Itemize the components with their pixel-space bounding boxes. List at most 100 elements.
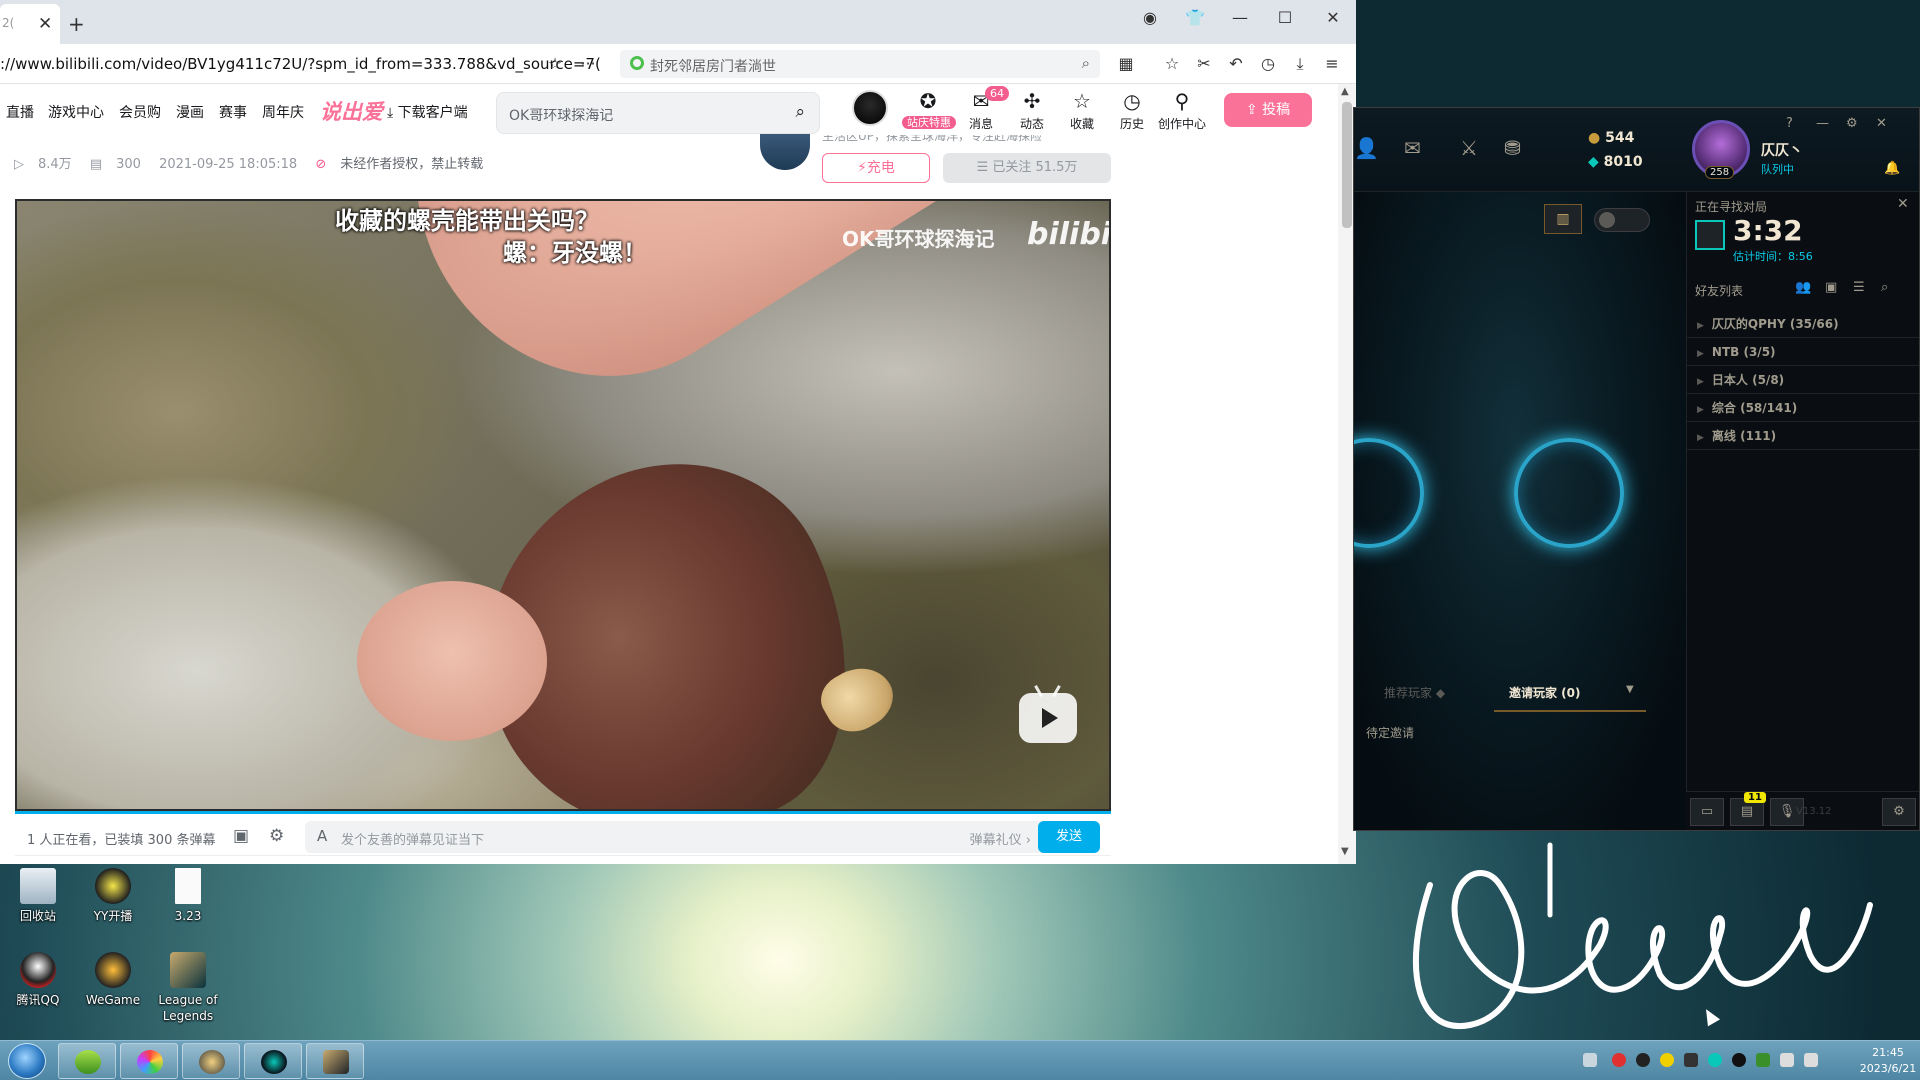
scissors-icon[interactable]: ✂ [1190, 50, 1218, 78]
taskbar-app-browser[interactable] [58, 1043, 116, 1079]
follow-button[interactable]: ☰ 已关注 51.5万 [943, 153, 1111, 183]
wegame-tray-icon[interactable] [1684, 1053, 1698, 1067]
settings-icon[interactable]: ⚙ [1846, 116, 1858, 131]
desktop-yy[interactable]: YY开播 [77, 868, 149, 924]
desktop-qq[interactable]: 腾讯QQ [2, 952, 74, 1008]
header-creator[interactable]: ⚲ 创作中心 [1156, 90, 1208, 132]
nav-match[interactable]: 赛事 [219, 102, 247, 122]
start-button[interactable] [8, 1043, 46, 1079]
maximize-icon[interactable]: ☐ [1270, 4, 1300, 32]
tray-app-icon[interactable] [1636, 1053, 1650, 1067]
minimize-icon[interactable]: — [1816, 116, 1829, 131]
add-folder-icon[interactable]: ▣ [1825, 280, 1837, 295]
help-icon[interactable]: ? [1786, 116, 1793, 131]
desktop-lol[interactable]: League of Legends [152, 952, 224, 1024]
menu-icon[interactable]: ≡ [1318, 50, 1346, 78]
undo-icon[interactable]: ↶ [1222, 50, 1250, 78]
minimize-icon[interactable]: — [1225, 4, 1255, 32]
promo-link[interactable]: 说出爱 [320, 96, 383, 126]
party-toggle[interactable] [1594, 208, 1650, 232]
new-tab-button[interactable]: + [68, 12, 85, 36]
skin-icon[interactable]: 👕 [1180, 4, 1210, 32]
taskbar-app-wegame[interactable] [182, 1043, 240, 1079]
chat-icon[interactable]: ▭ [1690, 798, 1724, 826]
cancel-queue-icon[interactable]: ✕ [1897, 196, 1909, 212]
stats-icon[interactable]: ▥ [1544, 204, 1582, 234]
scroll-thumb[interactable] [1342, 102, 1352, 228]
favorites-icon[interactable]: ☆ [1158, 50, 1186, 78]
system-clock[interactable]: 21:45 2023/6/21 [1858, 1045, 1918, 1077]
friend-group[interactable]: ▶ 仄仄的QPHY (35/66) [1687, 310, 1919, 338]
search-icon[interactable]: ⌕ [1881, 280, 1888, 295]
header-gift[interactable]: ✪ 站庆特惠 [902, 90, 956, 130]
friend-group[interactable]: ▶ 离线 (111) [1687, 422, 1919, 450]
antivirus-icon[interactable] [1612, 1053, 1626, 1067]
taskbar-app-lol[interactable] [306, 1043, 364, 1079]
upload-button[interactable]: ⇪ 投稿 [1224, 93, 1312, 127]
friend-group[interactable]: ▶ 日本人 (5/8) [1687, 366, 1919, 394]
qq-tray-icon[interactable] [1732, 1053, 1746, 1067]
volume-icon[interactable] [1780, 1053, 1794, 1067]
header-favorites[interactable]: ☆ 收藏 [1056, 90, 1108, 132]
close-icon[interactable]: ✕ [1876, 116, 1887, 131]
user-avatar[interactable] [852, 90, 888, 126]
desktop-file-323[interactable]: 3.23 [152, 868, 224, 924]
danmaku-input[interactable]: A 发个友善的弹幕见证当下 弹幕礼仪 › [305, 821, 1043, 853]
chevron-down-icon[interactable]: ▼ [1626, 684, 1634, 695]
add-friend-icon[interactable]: 👥 [1795, 280, 1811, 295]
desktop-wegame[interactable]: WeGame [77, 952, 149, 1008]
loot-icon[interactable]: ✉ [1404, 136, 1421, 160]
search-icon[interactable]: ⌕ [1082, 54, 1090, 72]
scroll-down-icon[interactable]: ▼ [1341, 846, 1349, 857]
taskbar-app-riot[interactable] [244, 1043, 302, 1079]
danmaku-settings-icon[interactable]: ⚙ [269, 826, 284, 846]
social-settings-icon[interactable]: ⚙ [1882, 798, 1916, 826]
history-clock-icon[interactable]: ◷ [1254, 50, 1282, 78]
header-dynamic[interactable]: ✣ 动态 [1006, 90, 1058, 132]
friend-group[interactable]: ▶ NTB (3/5) [1687, 338, 1919, 366]
network-icon[interactable] [1804, 1053, 1818, 1067]
nav-manga[interactable]: 漫画 [176, 102, 204, 122]
header-message[interactable]: ✉ 消息 64 [955, 86, 1009, 132]
header-history[interactable]: ◷ 历史 [1106, 90, 1158, 132]
send-button[interactable]: 发送 [1038, 821, 1100, 853]
yy-tray-icon[interactable] [1660, 1053, 1674, 1067]
url-field[interactable]: ://www.bilibili.com/video/BV1yg411c72U/?… [0, 55, 601, 73]
danmaku-style-icon[interactable]: A [317, 827, 327, 845]
charge-button[interactable]: ⚡充电 [822, 153, 930, 183]
store-icon[interactable]: ⛃ [1504, 136, 1521, 160]
engine-search-box[interactable]: 封死邻居房门者淌世 ⌕ [620, 50, 1100, 78]
tab-invite[interactable]: 邀请玩家 (0) [1509, 684, 1581, 701]
download-client-link[interactable]: ⤓ 下载客户端 [387, 102, 468, 122]
nav-mall[interactable]: 会员购 [119, 102, 161, 122]
scroll-up-icon[interactable]: ▲ [1341, 86, 1349, 97]
danmaku-toggle-icon[interactable]: ▣ [233, 826, 249, 846]
riot-tray-icon[interactable] [1708, 1053, 1722, 1067]
tab-close-icon[interactable]: ✕ [38, 14, 52, 34]
tab-recommend[interactable]: 推荐玩家 ◆ [1384, 684, 1445, 701]
danmaku-etiquette-link[interactable]: 弹幕礼仪 › [970, 829, 1031, 848]
download-icon[interactable]: ⤓ [1286, 50, 1314, 78]
collection-icon[interactable]: ⚔ [1460, 136, 1478, 160]
tab-bilibili[interactable]: 2( ✕ [0, 4, 60, 44]
close-window-icon[interactable]: ✕ [1318, 4, 1348, 32]
uploader-avatar[interactable] [760, 134, 810, 170]
play-icon[interactable] [1019, 685, 1077, 743]
keyboard-icon[interactable] [1583, 1053, 1597, 1067]
more-icon[interactable]: ··· [574, 50, 602, 78]
nav-anniversary[interactable]: 周年庆 [262, 102, 304, 122]
bell-icon[interactable]: 🔔 [1884, 161, 1900, 176]
apps-grid-icon[interactable]: ▦ [1112, 50, 1140, 78]
nav-live[interactable]: 直播 [6, 102, 34, 122]
search-icon[interactable]: ⌕ [795, 102, 805, 122]
nav-game-center[interactable]: 游戏中心 [48, 102, 104, 122]
nvidia-icon[interactable] [1756, 1053, 1770, 1067]
video-progress-bar[interactable] [15, 811, 1111, 814]
friend-group[interactable]: ▶ 综合 (58/141) [1687, 394, 1919, 422]
taskbar-app-color[interactable] [120, 1043, 178, 1079]
profile-icon[interactable]: 👤 [1354, 136, 1379, 160]
video-player[interactable]: 收藏的螺壳能带出关吗？ 螺：牙没螺！ OK哥环球探海记 bilibili [15, 199, 1111, 811]
bookmark-star-icon[interactable]: ☆ [541, 50, 569, 78]
account-icon[interactable]: ◉ [1135, 4, 1165, 32]
list-icon[interactable]: ☰ [1853, 280, 1865, 295]
